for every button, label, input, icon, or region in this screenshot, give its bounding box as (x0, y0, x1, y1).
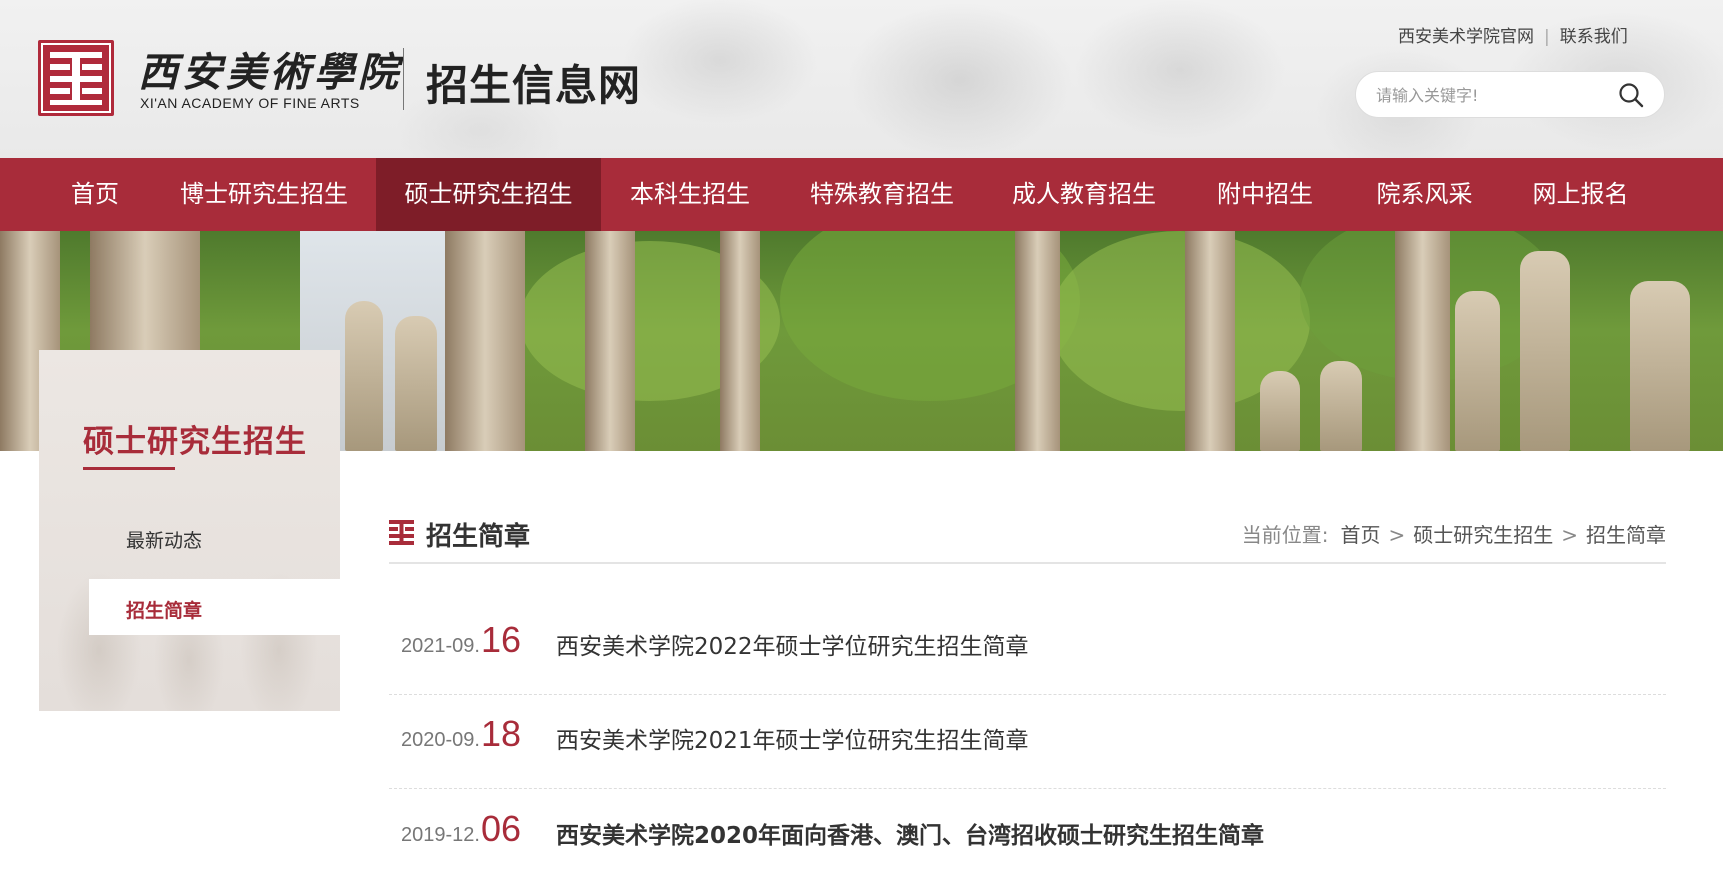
top-links: 西安美术学院官网 | 联系我们 (1398, 22, 1628, 47)
news-date: 2021-09.16 (401, 619, 521, 661)
breadcrumb-current[interactable]: 招生简章 (1586, 523, 1666, 547)
nav-item-online-registration[interactable]: 网上报名 (1528, 158, 1633, 231)
breadcrumb-label: 当前位置: (1241, 523, 1329, 547)
link-separator: | (1544, 27, 1550, 47)
breadcrumb-separator: > (1561, 523, 1578, 547)
contact-us-link[interactable]: 联系我们 (1560, 27, 1628, 47)
sidebar-item-latest-news[interactable]: 最新动态 (126, 526, 202, 553)
news-date-prefix: 2021-09. (401, 635, 480, 657)
nav-item-home[interactable]: 首页 (52, 158, 138, 231)
nav-item-adult-education[interactable]: 成人教育招生 (1006, 158, 1162, 231)
section-logo-icon (389, 520, 414, 545)
nav-item-special-education[interactable]: 特殊教育招生 (804, 158, 960, 231)
news-date: 2019-12.06 (401, 808, 521, 850)
news-date-day: 16 (480, 619, 522, 660)
section-title: 招生简章 (426, 522, 531, 552)
nav-item-departments[interactable]: 院系风采 (1372, 158, 1477, 231)
sidebar-title-underline (83, 467, 175, 470)
search-icon[interactable] (1618, 82, 1644, 108)
logo-english-name: XI'AN ACADEMY OF FINE ARTS (140, 95, 360, 111)
logo-chinese-name[interactable]: 西安美術學院 (138, 40, 402, 98)
news-title-link[interactable]: 西安美术学院2022年硕士学位研究生招生简章 (556, 627, 1029, 661)
news-list-item[interactable]: 2020-09.18 西安美术学院2021年硕士学位研究生招生简章 (389, 695, 1666, 789)
news-date-day: 06 (480, 808, 522, 849)
breadcrumb-separator: > (1388, 523, 1406, 547)
breadcrumb-masters[interactable]: 硕士研究生招生 (1413, 523, 1553, 547)
sidebar: 硕士研究生招生 最新动态 招生简章 (39, 350, 340, 711)
breadcrumb: 当前位置: 首页 > 硕士研究生招生 > 招生简章 (1242, 519, 1666, 548)
logo-divider (403, 48, 404, 110)
site-header: 西安美術學院 XI'AN ACADEMY OF FINE ARTS 招生信息网 … (0, 0, 1723, 158)
news-date: 2020-09.18 (401, 713, 521, 755)
news-date-prefix: 2019-12. (401, 824, 480, 846)
news-list-item[interactable]: 2021-09.16 西安美术学院2022年硕士学位研究生招生简章 (389, 601, 1666, 695)
breadcrumb-home[interactable]: 首页 (1340, 523, 1380, 547)
official-site-link[interactable]: 西安美术学院官网 (1398, 27, 1534, 47)
site-title: 招生信息网 (426, 61, 642, 110)
main-nav: 首页 博士研究生招生 硕士研究生招生 本科生招生 特殊教育招生 成人教育招生 附… (0, 158, 1723, 231)
news-list-item[interactable]: 2019-12.06 西安美术学院2020年面向香港、澳门、台湾招收硕士研究生招… (389, 789, 1666, 881)
news-title-link[interactable]: 西安美术学院2020年面向香港、澳门、台湾招收硕士研究生招生简章 (556, 816, 1264, 850)
nav-item-undergraduate[interactable]: 本科生招生 (620, 158, 760, 231)
nav-item-doctoral[interactable]: 博士研究生招生 (170, 158, 358, 231)
nav-item-masters[interactable]: 硕士研究生招生 (376, 158, 601, 231)
news-date-day: 18 (480, 713, 522, 754)
search-input[interactable] (1376, 82, 1606, 108)
sidebar-item-admission-brochure[interactable]: 招生简章 (126, 596, 202, 623)
news-title-link[interactable]: 西安美术学院2021年硕士学位研究生招生简章 (556, 721, 1029, 755)
academy-seal-logo-icon[interactable] (38, 40, 114, 116)
news-date-prefix: 2020-09. (401, 729, 480, 751)
search-box (1355, 71, 1665, 118)
sidebar-title: 硕士研究生招生 (83, 424, 307, 460)
nav-item-affiliated-school[interactable]: 附中招生 (1210, 158, 1320, 231)
section-divider (389, 562, 1666, 564)
